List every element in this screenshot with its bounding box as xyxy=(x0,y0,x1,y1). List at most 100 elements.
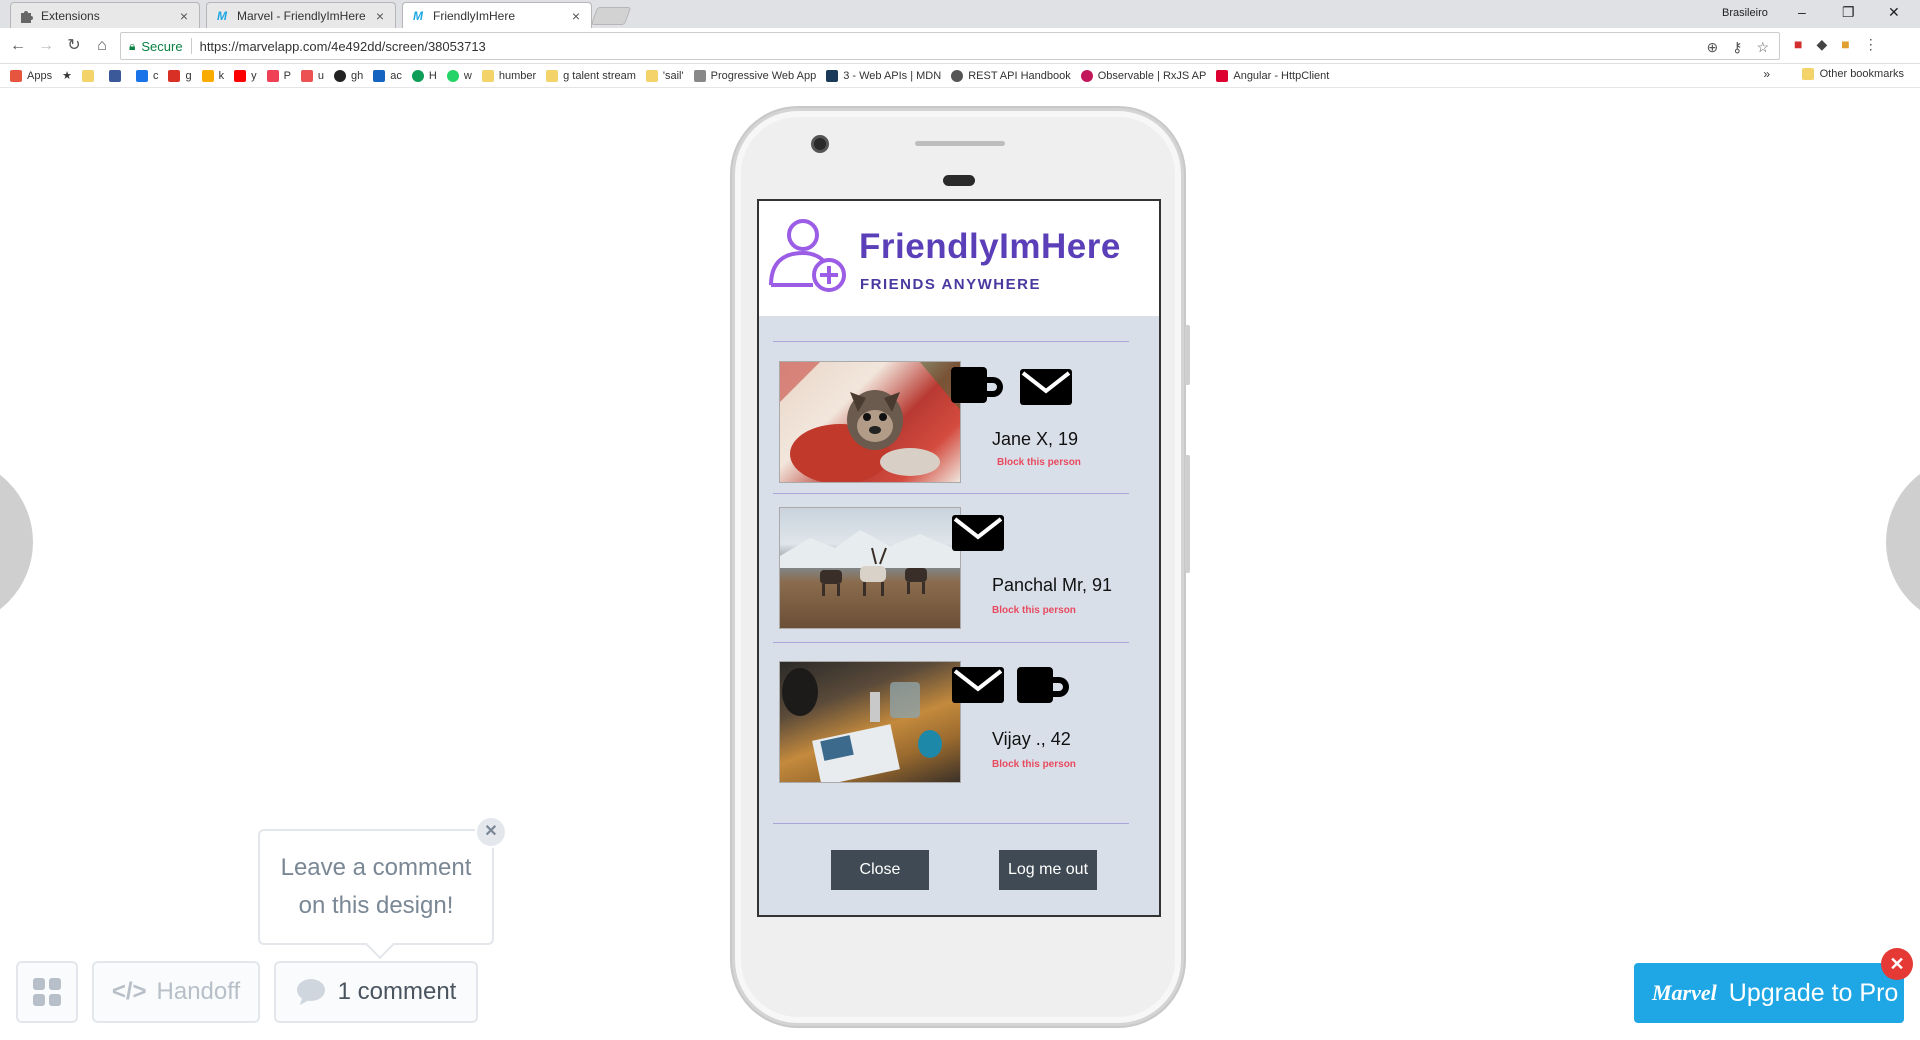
friend-photo-cafe[interactable] xyxy=(779,661,961,783)
zoom-icon[interactable]: ⊕ xyxy=(1706,39,1718,56)
window-close-icon[interactable]: ✕ xyxy=(1888,4,1900,21)
block-person-link[interactable]: Block this person xyxy=(992,759,1076,770)
block-person-link[interactable]: Block this person xyxy=(992,605,1076,616)
close-icon[interactable]: ✕ xyxy=(475,816,507,848)
close-button[interactable]: Close xyxy=(831,850,929,890)
bookmark-h[interactable]: H xyxy=(411,69,437,82)
sensor xyxy=(943,175,975,186)
close-icon[interactable]: × xyxy=(177,8,191,24)
bookmark-talent-stream[interactable]: g talent stream xyxy=(546,69,636,82)
star-icon: ★ xyxy=(62,70,72,82)
extension-icon[interactable]: ■ xyxy=(1841,36,1849,53)
menu-dots-icon[interactable]: ⋮ xyxy=(1864,36,1878,53)
folder-icon xyxy=(546,69,559,82)
address-toolbar: ← → ↻ ⌂ 🔒︎ Secure https://marvelapp.com/… xyxy=(0,28,1920,64)
tab-extensions[interactable]: Extensions × xyxy=(10,2,200,28)
bookmark-ac[interactable]: ac xyxy=(373,69,402,82)
next-screen-button[interactable] xyxy=(1886,457,1920,627)
friend-photo-dog[interactable] xyxy=(779,361,961,483)
block-person-link[interactable]: Block this person xyxy=(997,457,1081,468)
youtube-icon xyxy=(234,69,247,82)
bookmark-y[interactable]: y xyxy=(234,69,257,82)
marvel-icon: M xyxy=(413,8,423,23)
extension-lock-icon[interactable]: ■ xyxy=(1794,36,1802,53)
speaker-grille xyxy=(915,141,1005,146)
close-icon[interactable]: ✕ xyxy=(1881,948,1913,980)
minimize-icon[interactable]: – xyxy=(1798,4,1806,20)
other-bookmarks[interactable]: Other bookmarks xyxy=(1801,68,1904,80)
app-subtitle: FRIENDS ANYWHERE xyxy=(860,276,1041,293)
github-icon xyxy=(334,69,347,82)
friend-photo-reindeer[interactable] xyxy=(779,507,961,629)
app-screen: FriendlyImHere FRIENDS ANYWHERE Jane X, … xyxy=(757,199,1161,917)
tab-marvel-friendlyimhere[interactable]: M Marvel - FriendlyImHere × xyxy=(206,2,396,28)
bookmark-gh[interactable]: gh xyxy=(334,69,363,82)
comments-button[interactable]: 1 comment xyxy=(274,961,478,1023)
handoff-button[interactable]: </> Handoff xyxy=(92,961,260,1023)
marvel-icon: M xyxy=(217,8,227,23)
speech-bubble-icon xyxy=(296,979,325,1005)
bookmark-humber[interactable]: humber xyxy=(481,69,536,82)
previous-screen-button[interactable] xyxy=(0,457,33,627)
bookmark-c[interactable]: c xyxy=(135,69,158,82)
bookmark-angular[interactable]: Angular - HttpClient xyxy=(1216,69,1329,82)
bookmark-mdn[interactable]: 3 - Web APIs | MDN xyxy=(826,69,941,82)
marvel-logo: Marvel xyxy=(1652,980,1717,1005)
url-bar[interactable]: 🔒︎ Secure https://marvelapp.com/4e492dd/… xyxy=(120,32,1780,60)
bookmark-rxjs[interactable]: Observable | RxJS AP xyxy=(1080,69,1206,82)
home-icon[interactable]: ⌂ xyxy=(92,36,112,56)
bookmark-star[interactable]: ★ xyxy=(62,69,72,82)
wordpress-icon xyxy=(951,69,964,82)
code-icon: </> xyxy=(111,978,147,1005)
coffee-mug-icon[interactable] xyxy=(1017,665,1071,709)
code-icon xyxy=(693,69,706,82)
close-icon[interactable]: × xyxy=(569,8,583,24)
bookmark-u[interactable]: u xyxy=(300,69,324,82)
pocket-icon[interactable]: ◆ xyxy=(1816,36,1827,53)
bookmark-apps[interactable]: Apps xyxy=(10,69,52,82)
close-icon[interactable]: × xyxy=(373,8,387,24)
lock-icon: 🔒︎ xyxy=(129,38,136,53)
bookmark-w[interactable]: w xyxy=(446,69,472,82)
divider xyxy=(773,341,1129,342)
folder-icon xyxy=(481,69,494,82)
envelope-icon[interactable] xyxy=(951,513,1005,557)
add-friend-icon xyxy=(769,219,846,292)
bookmark-folder[interactable] xyxy=(81,69,99,82)
screens-grid-button[interactable] xyxy=(16,961,78,1023)
bookmark-p[interactable]: P xyxy=(266,69,291,82)
restore-icon[interactable]: ❐ xyxy=(1842,4,1855,21)
star-icon[interactable]: ☆ xyxy=(1756,39,1769,56)
reload-icon[interactable]: ↻ xyxy=(64,36,84,56)
friend-name: Jane X, 19 xyxy=(992,429,1079,449)
key-icon[interactable]: ⚷ xyxy=(1732,39,1742,56)
forward-arrow-icon[interactable]: → xyxy=(36,36,56,56)
new-tab-button[interactable] xyxy=(590,7,632,25)
bookmark-g[interactable]: g xyxy=(168,69,192,82)
pocket-icon xyxy=(266,69,279,82)
logout-button[interactable]: Log me out xyxy=(999,850,1097,890)
divider xyxy=(773,642,1129,643)
coffee-mug-icon[interactable] xyxy=(951,365,1005,409)
ac-icon xyxy=(373,69,386,82)
profile-name[interactable]: Brasileiro xyxy=(1722,7,1768,19)
bookmark-sail[interactable]: 'sail' xyxy=(645,69,684,82)
tab-friendlyimhere[interactable]: M FriendlyImHere × xyxy=(402,2,592,28)
bookmarks-overflow-button[interactable]: » xyxy=(1763,67,1770,81)
divider xyxy=(773,493,1129,494)
hangouts-icon xyxy=(411,69,424,82)
url-text[interactable]: https://marvelapp.com/4e492dd/screen/380… xyxy=(200,39,486,54)
upgrade-to-pro-button[interactable]: Marvel Upgrade to Pro xyxy=(1634,963,1904,1023)
volume-button xyxy=(1185,325,1190,385)
folder-icon xyxy=(81,69,94,82)
envelope-icon[interactable] xyxy=(951,665,1005,709)
calendar-icon xyxy=(135,69,148,82)
back-arrow-icon[interactable]: ← xyxy=(8,36,28,56)
bookmark-k[interactable]: k xyxy=(201,69,224,82)
bookmark-rest-api[interactable]: REST API Handbook xyxy=(951,69,1071,82)
friend-name: Vijay ., 42 xyxy=(992,729,1071,749)
comment-prompt-line2: on this design! xyxy=(298,892,454,919)
bookmark-pwa[interactable]: Progressive Web App xyxy=(693,69,816,82)
envelope-icon[interactable] xyxy=(1019,367,1073,411)
bookmark-tool[interactable] xyxy=(108,69,126,82)
